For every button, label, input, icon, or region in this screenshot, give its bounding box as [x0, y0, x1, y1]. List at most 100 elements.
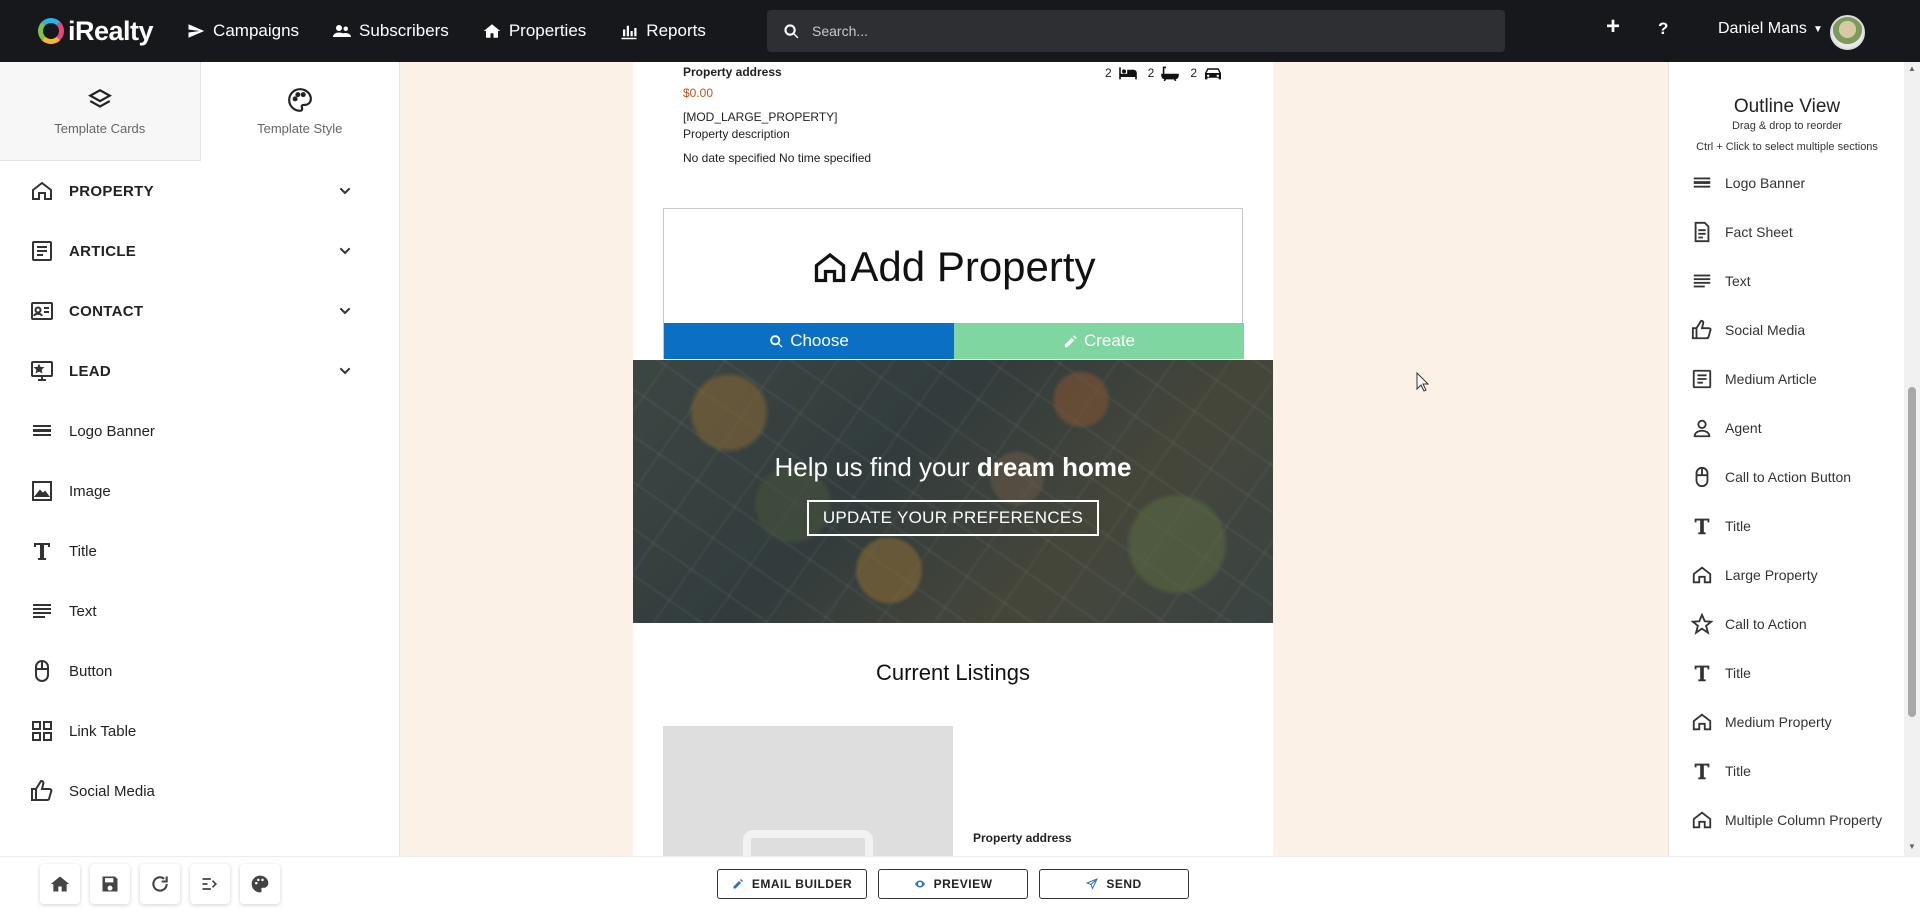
home-tool-button[interactable] — [40, 864, 80, 904]
outline-hint: Ctrl + Click to select multiple sections — [1696, 141, 1878, 153]
card-link-table-label: Link Table — [69, 722, 137, 740]
page-scrollbar[interactable]: ▲ ▼ — [1904, 62, 1920, 856]
outline-toggle-button[interactable] — [190, 864, 230, 904]
outline-item-title[interactable]: Title — [1669, 653, 1905, 693]
chevron-down-icon — [339, 307, 351, 315]
scrollbar-thumb[interactable] — [1908, 387, 1916, 717]
grid-icon — [30, 719, 54, 743]
outline-item-label: Medium Article — [1725, 371, 1817, 387]
pencil-icon — [733, 879, 743, 889]
category-lead[interactable]: LEAD — [0, 347, 400, 395]
card-title-label: Title — [69, 542, 97, 560]
save-tool-button[interactable] — [90, 864, 130, 904]
email-builder-button[interactable]: EMAIL BUILDER — [717, 869, 867, 899]
outline-item-multi-column-property[interactable]: Multiple Column Property — [1669, 800, 1905, 840]
send-button[interactable]: SEND — [1039, 869, 1189, 899]
outline-item-label: Social Media — [1725, 322, 1806, 338]
add-new-button[interactable]: + — [1606, 13, 1620, 41]
car-icon — [1205, 68, 1221, 80]
category-article[interactable]: ARTICLE — [0, 227, 400, 275]
help-button[interactable]: ? — [1658, 19, 1668, 39]
mouse-icon — [1691, 466, 1713, 488]
outline-item-cta-button[interactable]: Call to Action Button — [1669, 457, 1905, 497]
tab-template-cards-label: Template Cards — [54, 120, 146, 136]
scroll-up-arrow-icon[interactable]: ▲ — [1908, 64, 1916, 73]
avatar[interactable] — [1830, 15, 1865, 50]
nav-campaigns[interactable]: Campaigns — [187, 0, 299, 62]
fact-sheet-icon — [1691, 221, 1713, 243]
brand-name: iRealty — [68, 15, 154, 46]
email-builder-label: EMAIL BUILDER — [751, 877, 853, 891]
card-title[interactable]: Title — [0, 527, 400, 575]
caret-down-icon: ▼ — [1812, 23, 1823, 35]
hero-title-normal: Help us find your — [774, 452, 970, 482]
card-social-media-label: Social Media — [69, 782, 155, 800]
card-text-label: Text — [69, 602, 97, 620]
brand-logo[interactable]: iRealty — [38, 0, 154, 62]
card-image[interactable]: Image — [0, 467, 400, 515]
choose-property-button[interactable]: Choose — [664, 323, 954, 359]
outline-item-title[interactable]: Title — [1669, 751, 1905, 791]
call-to-action-hero[interactable]: Help us find your dream home UPDATE YOUR… — [633, 360, 1273, 623]
chevron-down-icon — [339, 187, 351, 195]
card-link-table[interactable]: Link Table — [0, 707, 400, 755]
eye-icon — [914, 880, 925, 888]
redo-tool-button[interactable] — [140, 864, 180, 904]
card-logo-banner[interactable]: Logo Banner — [0, 407, 400, 455]
outline-item-title[interactable]: Title — [1669, 506, 1905, 546]
outline-item-fact-sheet[interactable]: Fact Sheet — [1669, 212, 1905, 252]
nav-subscribers[interactable]: Subscribers — [333, 0, 449, 62]
beds-count: 2 — [1104, 66, 1112, 80]
search-input[interactable] — [812, 23, 1412, 39]
category-contact[interactable]: CONTACT — [0, 287, 400, 335]
outline-item-agent[interactable]: Agent — [1669, 408, 1905, 448]
category-lead-label: LEAD — [69, 362, 112, 380]
outline-item-logo-banner[interactable]: Logo Banner — [1669, 163, 1905, 203]
card-button[interactable]: Button — [0, 647, 400, 695]
outline-item-medium-article[interactable]: Medium Article — [1669, 359, 1905, 399]
thumbs-up-icon — [30, 779, 54, 803]
category-property[interactable]: PROPERTY — [0, 167, 400, 215]
cars-count: 2 — [1190, 66, 1197, 80]
user-menu[interactable]: Daniel Mans ▼ — [1718, 20, 1823, 38]
outline-item-label: Title — [1725, 518, 1751, 534]
email-canvas: Property address $0.00 [MOD_LARGE_PROPER… — [400, 62, 1668, 856]
create-property-button[interactable]: Create — [954, 323, 1244, 359]
card-logo-banner-label: Logo Banner — [69, 422, 155, 440]
save-icon — [102, 876, 118, 892]
outline-item-label: Large Property — [1725, 567, 1818, 583]
card-text[interactable]: Text — [0, 587, 400, 635]
nav-reports[interactable]: Reports — [620, 0, 706, 62]
palette-icon — [251, 875, 269, 893]
search-icon — [784, 23, 799, 38]
mouse-icon — [30, 659, 54, 683]
property-specs: 2 2 2 — [1095, 65, 1223, 81]
tab-template-cards[interactable]: Template Cards — [0, 62, 200, 161]
top-navigation-bar: iRealty Campaigns Subscribers Properties… — [0, 0, 1920, 62]
home-outline-icon — [30, 179, 54, 203]
outline-item-medium-property[interactable]: Medium Property — [1669, 702, 1905, 742]
bed-icon — [1118, 67, 1137, 80]
update-preferences-button[interactable]: UPDATE YOUR PREFERENCES — [807, 500, 1099, 536]
scroll-down-arrow-icon[interactable]: ▼ — [1908, 842, 1916, 851]
category-property-label: PROPERTY — [69, 182, 154, 200]
title-t-icon — [30, 539, 54, 563]
global-search[interactable] — [767, 10, 1505, 52]
bar-chart-icon — [620, 22, 638, 40]
card-image-label: Image — [69, 482, 111, 500]
outline-item-text[interactable]: Text — [1669, 261, 1905, 301]
tab-template-style[interactable]: Template Style — [199, 62, 399, 161]
style-tool-button[interactable] — [240, 864, 280, 904]
bath-icon — [1161, 66, 1180, 81]
outline-item-large-property[interactable]: Large Property — [1669, 555, 1905, 595]
preview-button[interactable]: PREVIEW — [878, 869, 1028, 899]
nav-properties[interactable]: Properties — [483, 0, 586, 62]
outline-item-social-media[interactable]: Social Media — [1669, 310, 1905, 350]
property-mod-tag: [MOD_LARGE_PROPERTY] — [683, 110, 838, 124]
card-social-media[interactable]: Social Media — [0, 767, 400, 815]
user-name: Daniel Mans — [1718, 20, 1807, 37]
outline-item-call-to-action[interactable]: Call to Action — [1669, 604, 1905, 644]
large-property-card[interactable]: Property address $0.00 [MOD_LARGE_PROPER… — [683, 65, 1223, 165]
current-listings-title[interactable]: Current Listings — [633, 660, 1273, 686]
nav-campaigns-label: Campaigns — [213, 21, 300, 40]
